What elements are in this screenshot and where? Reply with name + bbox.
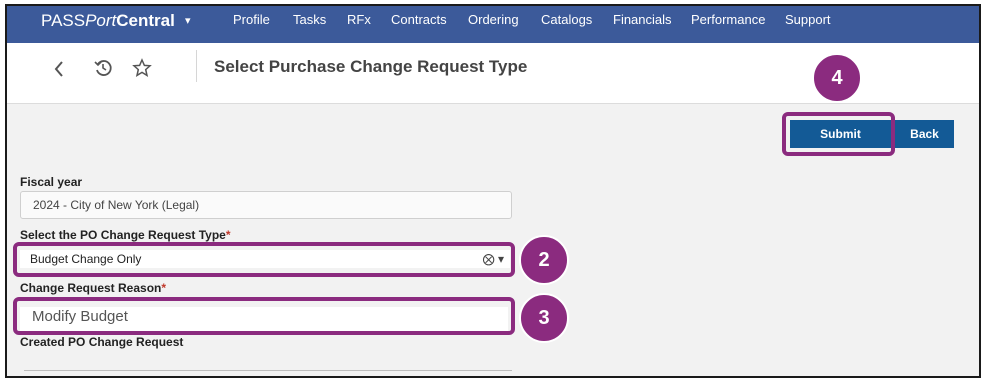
chevron-left-icon[interactable] [53, 60, 67, 82]
change-reason-highlight-box [13, 297, 515, 335]
main-content: Submit Back Fiscal year 2024 - City of N… [7, 53, 979, 376]
top-navigation-bar: PASSPortCentral ▾ Profile Tasks RFx Cont… [7, 6, 979, 43]
change-type-highlight-box [13, 242, 515, 277]
step-2-badge: 2 [519, 235, 569, 285]
created-change-request-label: Created PO Change Request [20, 335, 184, 349]
history-icon[interactable] [93, 58, 113, 83]
star-icon[interactable] [132, 58, 152, 83]
brand-menu-caret-icon[interactable]: ▾ [185, 14, 191, 27]
nav-item-support[interactable]: Support [785, 12, 831, 27]
nav-item-performance[interactable]: Performance [691, 12, 765, 27]
brand-part-pass: PASS [41, 11, 86, 30]
nav-item-tasks[interactable]: Tasks [293, 12, 326, 27]
fiscal-year-label: Fiscal year [20, 175, 83, 189]
brand-part-central: Central [116, 11, 175, 30]
header-divider [196, 50, 197, 82]
required-marker: * [225, 228, 231, 242]
brand-part-port: Port [85, 11, 117, 30]
app-window: PASSPortCentral ▾ Profile Tasks RFx Cont… [5, 4, 981, 378]
change-type-label-text: Select the PO Change Request Type [20, 228, 226, 242]
nav-item-contracts[interactable]: Contracts [391, 12, 447, 27]
brand-logo[interactable]: PASSPortCentral [41, 11, 175, 31]
reason-label: Change Request Reason* [20, 281, 166, 295]
nav-item-catalogs[interactable]: Catalogs [541, 12, 592, 27]
nav-item-ordering[interactable]: Ordering [468, 12, 519, 27]
nav-item-financials[interactable]: Financials [613, 12, 672, 27]
page-title: Select Purchase Change Request Type [214, 57, 528, 76]
required-marker: * [161, 281, 167, 295]
step-4-badge: 4 [812, 53, 862, 103]
fiscal-year-field: 2024 - City of New York (Legal) [20, 191, 512, 219]
step-3-badge: 3 [519, 293, 569, 343]
change-type-label: Select the PO Change Request Type* [20, 228, 231, 242]
nav-item-rfx[interactable]: RFx [347, 12, 371, 27]
created-change-request-field [24, 370, 512, 371]
reason-label-text: Change Request Reason [20, 281, 162, 295]
nav-item-profile[interactable]: Profile [233, 12, 270, 27]
back-button[interactable]: Back [895, 120, 954, 148]
submit-highlight-box [782, 112, 895, 156]
